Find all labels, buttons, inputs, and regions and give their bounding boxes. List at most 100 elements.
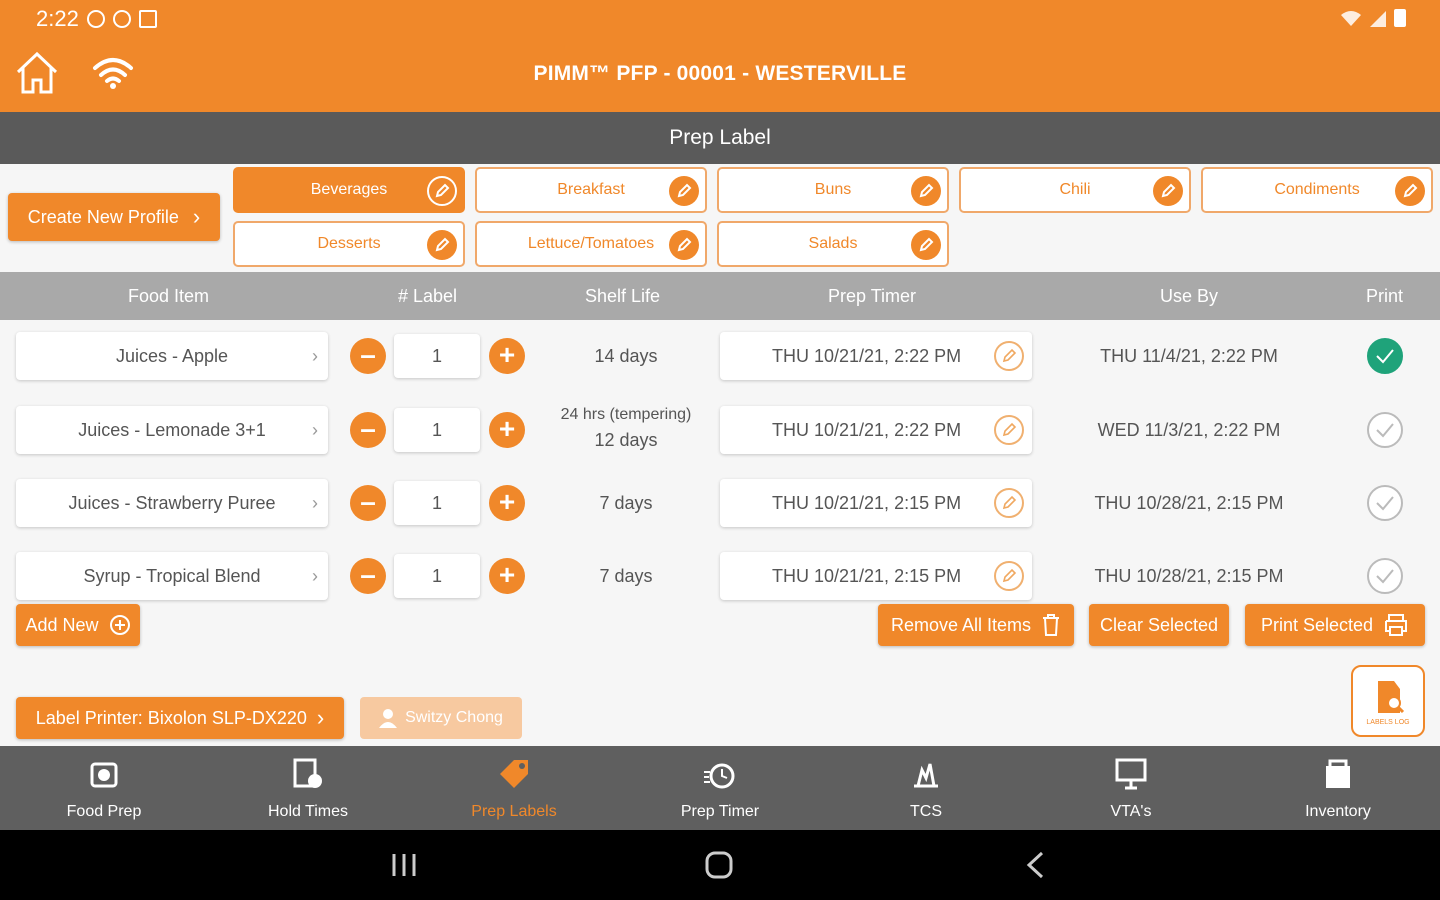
vta-icon [1115,758,1147,790]
shelf-life-primary: 14 days [594,346,658,366]
label-printer-label: Label Printer: Bixolon SLP-DX220 [35,707,307,728]
food-item-selector[interactable]: Juices - Lemonade 3+1 › [16,406,328,454]
nav-item[interactable]: Prep Timer [620,746,820,830]
prep-timer-field[interactable]: THU 10/21/21, 2:15 PM [720,479,1032,527]
shelf-life-primary: 7 days [599,566,653,586]
edit-pencil-icon[interactable] [669,176,699,206]
system-nav-bar [0,830,1440,900]
edit-pencil-icon[interactable] [1153,176,1183,206]
edit-pencil-icon[interactable] [669,230,699,260]
profile-tab[interactable]: Buns [717,167,949,213]
remove-all-label: Remove All Items [890,614,1032,635]
plus-button[interactable]: + [489,558,525,594]
profile-tab[interactable]: Beverages [233,167,465,213]
shelf-life-primary: 7 days [599,493,653,513]
table-row: Juices - Strawberry Puree › –1 +7 days THU 1… [0,467,1440,541]
profile-tab[interactable]: Desserts [233,221,465,267]
label-count-input[interactable]: 1 [394,554,480,598]
use-by-value: THU 10/28/21, 2:15 PM [1094,566,1284,586]
nav-item-label: VTA's [1110,803,1152,820]
print-checkbox[interactable] [1367,338,1403,374]
prep-timer-icon [704,763,735,789]
edit-pencil-icon[interactable] [1395,176,1425,206]
minus-button[interactable]: – [350,412,386,448]
edit-pencil-icon[interactable] [911,176,941,206]
home-system-icon[interactable] [704,850,734,880]
food-item-name: Juices - Lemonade 3+1 [78,419,266,440]
label-count-input[interactable]: 1 [394,408,480,452]
checkmark-icon [1376,496,1394,511]
food-item-selector[interactable]: Juices - Strawberry Puree › [16,479,328,527]
shelf-life: 7 days [545,566,707,587]
profile-tab-label: Breakfast [557,181,625,198]
clear-selected-button[interactable]: Clear Selected [1089,604,1229,646]
prep-timer-field[interactable]: THU 10/21/21, 2:22 PM [720,332,1032,380]
chevron-right-icon: › [312,346,318,366]
labels-log-button[interactable]: LABELS LOG [1351,665,1425,737]
battery-icon [1394,9,1406,27]
edit-pencil-icon[interactable] [427,176,457,206]
wifi-signal-icon [1341,11,1361,26]
nav-item-label: Food Prep [66,803,142,820]
profile-tab-label: Buns [814,181,852,198]
print-checkbox[interactable] [1367,412,1403,448]
plus-button[interactable]: + [489,485,525,521]
profile-tab-label: Desserts [317,235,381,252]
minus-button[interactable]: – [350,485,386,521]
prep-timer-field[interactable]: THU 10/21/21, 2:15 PM [720,552,1032,600]
profile-tab[interactable]: Breakfast [475,167,707,213]
food-item-name: Syrup - Tropical Blend [83,565,261,586]
print-selected-button[interactable]: Print Selected [1245,604,1425,646]
edit-pencil-icon[interactable] [427,230,457,260]
food-item-selector[interactable]: Juices - Apple › [16,332,328,380]
nav-item[interactable]: Food Prep [4,746,204,830]
minus-button[interactable]: – [350,558,386,594]
create-new-profile-button[interactable]: Create New Profile › [8,193,220,241]
inventory-icon [1326,759,1350,788]
label-count-input[interactable]: 1 [394,334,480,378]
edit-pencil-icon[interactable] [911,230,941,260]
profile-tab-label: Salads [808,235,858,252]
food-item-name: Juices - Apple [115,345,229,366]
col-prep-timer: Prep Timer [828,286,917,306]
nav-item[interactable]: Inventory [1238,746,1438,830]
edit-pencil-icon[interactable] [994,561,1024,591]
back-icon[interactable] [1024,850,1046,880]
label-count-input[interactable]: 1 [394,481,480,525]
printer-icon [1385,614,1408,636]
edit-pencil-icon[interactable] [994,341,1024,371]
recent-apps-icon[interactable] [390,852,418,878]
checkmark-icon [1376,569,1394,584]
plus-button[interactable]: + [489,338,525,374]
prep-timer-value: THU 10/21/21, 2:15 PM [772,565,962,586]
profile-tab[interactable]: Chili [959,167,1191,213]
nav-item[interactable]: Hold Times [208,746,408,830]
shelf-life: 7 days [545,493,707,514]
profile-tab[interactable]: Lettuce/Tomatoes [475,221,707,267]
profile-tab[interactable]: Condiments [1201,167,1433,213]
prep-timer-value: THU 10/21/21, 2:22 PM [772,419,962,440]
nav-item[interactable]: VTA's [1031,746,1231,830]
chevron-right-icon: › [316,705,325,730]
nav-item-label: Inventory [1305,803,1371,820]
profile-tab[interactable]: Salads [717,221,949,267]
nav-item[interactable]: Prep Labels [414,746,614,830]
shelf-life: 24 hrs (tempering) 12 days [545,406,707,451]
print-checkbox[interactable] [1367,558,1403,594]
food-item-selector[interactable]: Syrup - Tropical Blend › [16,552,328,600]
bottom-nav: Food Prep Hold Times Prep Labels Prep Timer… [0,746,1440,830]
chevron-right-icon: › [192,204,201,229]
print-checkbox[interactable] [1367,485,1403,521]
remove-all-items-button[interactable]: Remove All Items [878,604,1074,646]
prep-timer-field[interactable]: THU 10/21/21, 2:22 PM [720,406,1032,454]
plus-button[interactable]: + [489,412,525,448]
label-printer-button[interactable]: Label Printer: Bixolon SLP-DX220 › [16,697,344,739]
minus-button[interactable]: – [350,338,386,374]
nav-item[interactable]: TCS [826,746,1026,830]
edit-pencil-icon[interactable] [994,415,1024,445]
notification-icon [86,10,105,28]
col-food-item: Food Item [128,286,210,306]
add-new-button[interactable]: Add New [16,604,140,646]
user-button[interactable]: Switzy Chong [360,697,522,739]
edit-pencil-icon[interactable] [994,488,1024,518]
